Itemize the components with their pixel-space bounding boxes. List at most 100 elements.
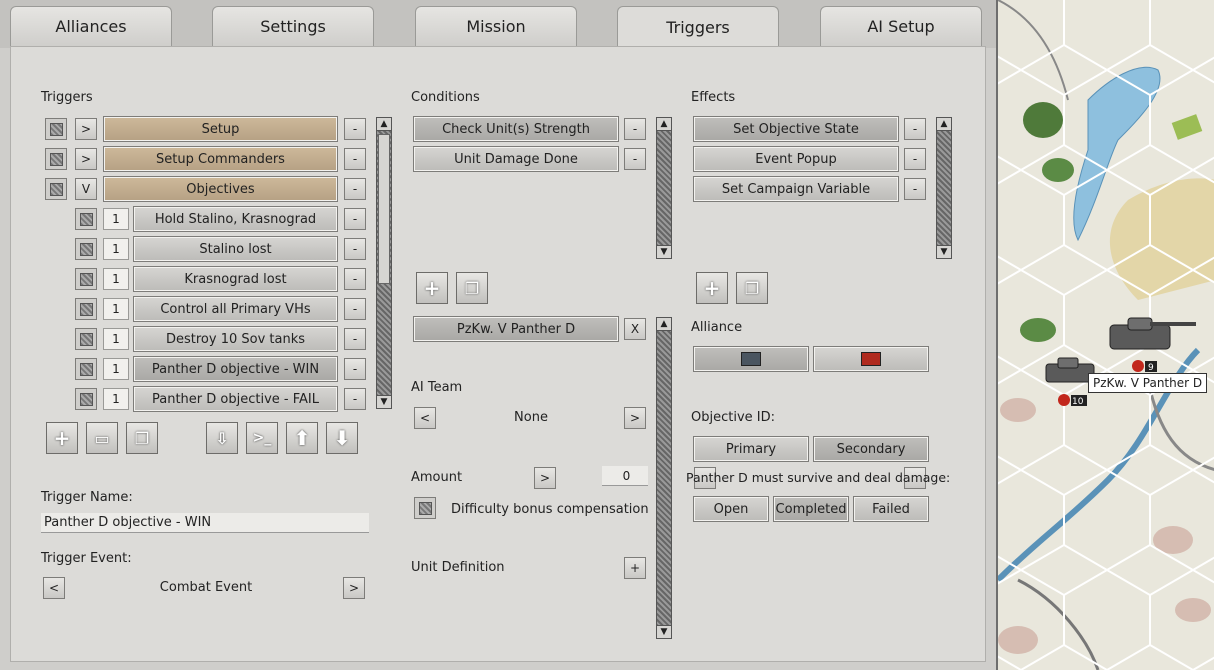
remove-trigger-button[interactable]: - [344, 148, 366, 170]
trigger-checkbox[interactable] [45, 148, 67, 170]
trigger-item[interactable]: Control all Primary VHs [133, 296, 338, 322]
trigger-event-prev-button[interactable]: < [43, 577, 65, 599]
tab-triggers[interactable]: Triggers [617, 6, 779, 48]
remove-condition-button[interactable]: - [624, 148, 646, 170]
add-trigger-icon[interactable]: + [46, 422, 78, 454]
remove-trigger-button[interactable]: - [344, 238, 366, 260]
remove-trigger-button[interactable]: - [344, 388, 366, 410]
amount-input[interactable]: 0 [602, 466, 648, 486]
remove-trigger-button[interactable]: - [344, 358, 366, 380]
trigger-checkbox[interactable] [45, 118, 67, 140]
effect-item[interactable]: Event Popup [693, 146, 899, 172]
remove-effect-button[interactable]: - [904, 118, 926, 140]
badge-a: 9 [1148, 363, 1154, 373]
condition-item-selected[interactable]: Check Unit(s) Strength [413, 116, 619, 142]
trigger-checkbox[interactable] [75, 268, 97, 290]
expand-toggle[interactable]: V [75, 178, 97, 200]
trigger-index[interactable]: 1 [103, 358, 129, 380]
copy-icon[interactable]: ❐ [126, 422, 158, 454]
alliance-option-1[interactable] [693, 346, 809, 372]
remove-trigger-button[interactable]: - [344, 208, 366, 230]
unit-item[interactable]: PzKw. V Panther D [413, 316, 619, 342]
condition-item[interactable]: Unit Damage Done [413, 146, 619, 172]
trigger-name-input[interactable]: Panther D objective - WIN [41, 513, 369, 533]
state-open-button[interactable]: Open [693, 496, 769, 522]
trigger-event-next-button[interactable]: > [343, 577, 365, 599]
trigger-checkbox[interactable] [75, 238, 97, 260]
remove-effect-button[interactable]: - [904, 178, 926, 200]
difficulty-checkbox[interactable] [414, 497, 436, 519]
remove-condition-button[interactable]: - [624, 118, 646, 140]
objective-secondary-button[interactable]: Secondary [813, 436, 929, 462]
scroll-thumb[interactable] [378, 134, 390, 284]
unit-definition-add-button[interactable]: + [624, 557, 646, 579]
trigger-item[interactable]: Hold Stalino, Krasnograd [133, 206, 338, 232]
trigger-index[interactable]: 1 [103, 268, 129, 290]
trigger-index[interactable]: 1 [103, 238, 129, 260]
effect-item-selected[interactable]: Set Objective State [693, 116, 899, 142]
move-down-icon[interactable]: ⬇ [326, 422, 358, 454]
scroll-up-icon[interactable]: ▲ [376, 117, 392, 131]
tab-settings[interactable]: Settings [212, 6, 374, 46]
trigger-checkbox[interactable] [75, 328, 97, 350]
trigger-checkbox[interactable] [75, 208, 97, 230]
condition-details-scrollbar[interactable]: ▲ ▼ [656, 317, 672, 639]
trigger-index[interactable]: 1 [103, 388, 129, 410]
objective-primary-button[interactable]: Primary [693, 436, 809, 462]
scroll-up-icon[interactable]: ▲ [936, 117, 952, 131]
remove-trigger-button[interactable]: - [344, 178, 366, 200]
move-up-icon[interactable]: ⬆ [286, 422, 318, 454]
tab-mission[interactable]: Mission [415, 6, 577, 46]
console-icon[interactable]: >_ [246, 422, 278, 454]
trigger-item[interactable]: Destroy 10 Sov tanks [133, 326, 338, 352]
scroll-down-icon[interactable]: ▼ [656, 625, 672, 639]
expand-toggle[interactable]: > [75, 118, 97, 140]
amount-button[interactable]: > [534, 467, 556, 489]
tab-ai-setup[interactable]: AI Setup [820, 6, 982, 46]
remove-unit-button[interactable]: X [624, 318, 646, 340]
scroll-up-icon[interactable]: ▲ [656, 317, 672, 331]
trigger-item[interactable]: Objectives [103, 176, 338, 202]
remove-trigger-button[interactable]: - [344, 118, 366, 140]
trigger-item[interactable]: Stalino lost [133, 236, 338, 262]
conditions-scrollbar[interactable]: ▲ ▼ [656, 117, 672, 259]
tab-alliances[interactable]: Alliances [10, 6, 172, 46]
trigger-checkbox[interactable] [75, 298, 97, 320]
remove-trigger-button[interactable]: - [344, 298, 366, 320]
trigger-checkbox[interactable] [75, 388, 97, 410]
copy-effect-icon[interactable]: ❐ [736, 272, 768, 304]
scroll-down-icon[interactable]: ▼ [936, 245, 952, 259]
ai-team-prev-button[interactable]: < [414, 407, 436, 429]
remove-effect-button[interactable]: - [904, 148, 926, 170]
add-condition-icon[interactable]: + [416, 272, 448, 304]
trigger-item[interactable]: Krasnograd lost [133, 266, 338, 292]
trigger-index[interactable]: 1 [103, 298, 129, 320]
remove-trigger-button[interactable]: - [344, 268, 366, 290]
ai-team-next-button[interactable]: > [624, 407, 646, 429]
trigger-checkbox[interactable] [75, 358, 97, 380]
remove-trigger-button[interactable]: - [344, 328, 366, 350]
trigger-item[interactable]: Panther D objective - FAIL [133, 386, 338, 412]
effects-scrollbar[interactable]: ▲ ▼ [936, 117, 952, 259]
trigger-item[interactable]: Setup [103, 116, 338, 142]
expand-toggle[interactable]: > [75, 148, 97, 170]
scroll-down-icon[interactable]: ▼ [656, 245, 672, 259]
alliance-option-2[interactable] [813, 346, 929, 372]
trigger-index[interactable]: 1 [103, 208, 129, 230]
effect-item[interactable]: Set Campaign Variable [693, 176, 899, 202]
copy-condition-icon[interactable]: ❐ [456, 272, 488, 304]
ai-team-label: AI Team [411, 380, 463, 395]
scroll-down-icon[interactable]: ▼ [376, 395, 392, 409]
map-view[interactable]: 9 10 PzKw. V Panther D [996, 0, 1214, 670]
folder-icon[interactable]: ▭ [86, 422, 118, 454]
state-failed-button[interactable]: Failed [853, 496, 929, 522]
add-effect-icon[interactable]: + [696, 272, 728, 304]
triggers-scrollbar[interactable]: ▲ ▼ [376, 117, 392, 409]
trigger-item[interactable]: Setup Commanders [103, 146, 338, 172]
state-completed-button[interactable]: Completed [773, 496, 849, 522]
scroll-up-icon[interactable]: ▲ [656, 117, 672, 131]
trigger-checkbox[interactable] [45, 178, 67, 200]
import-icon[interactable]: ⇩ [206, 422, 238, 454]
trigger-item-selected[interactable]: Panther D objective - WIN [133, 356, 338, 382]
trigger-index[interactable]: 1 [103, 328, 129, 350]
